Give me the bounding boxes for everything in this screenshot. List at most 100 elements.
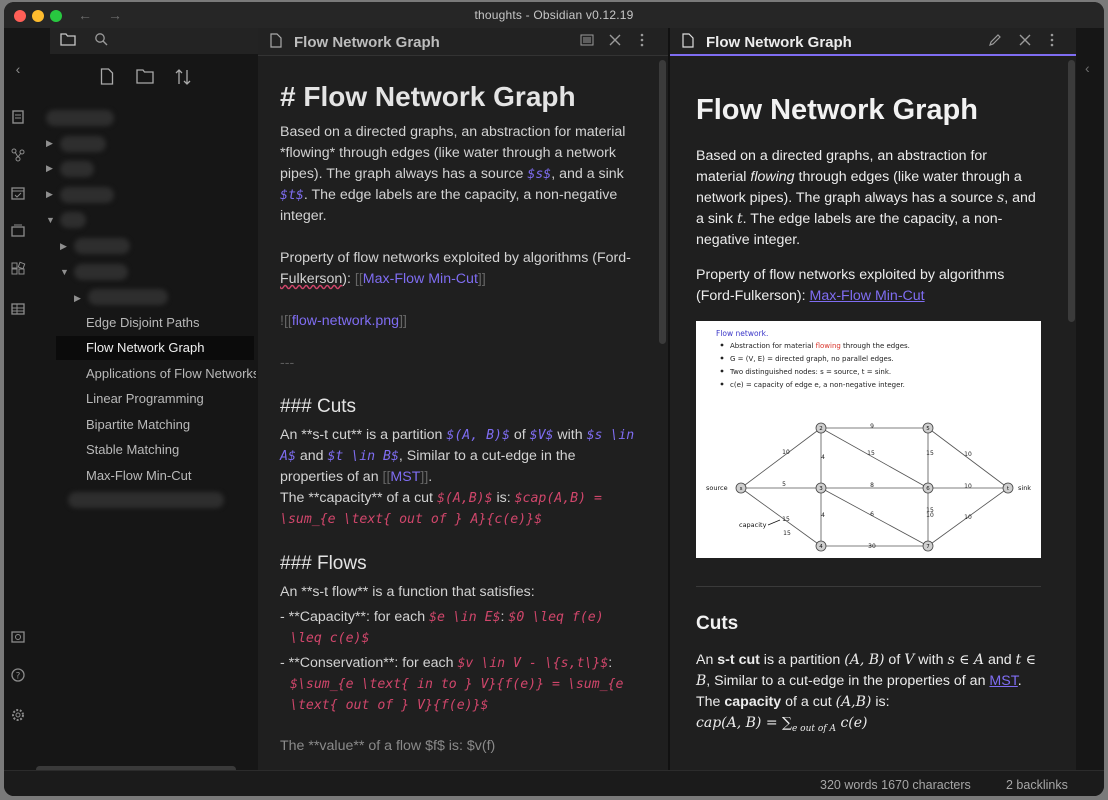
source-paragraph-2: Property of flow networks exploited by a… bbox=[280, 250, 631, 287]
svg-text:6: 6 bbox=[870, 511, 874, 518]
embed-link[interactable]: flow-network.png bbox=[292, 313, 399, 329]
file-item[interactable]: Linear Programming bbox=[56, 387, 256, 411]
backlinks-count[interactable]: 2 backlinks bbox=[1006, 778, 1068, 792]
vault-icon[interactable] bbox=[9, 628, 27, 646]
status-bar: 320 words 1670 characters 2 backlinks bbox=[4, 770, 1104, 796]
blurred-file[interactable] bbox=[68, 492, 224, 508]
svg-text:10: 10 bbox=[782, 449, 790, 456]
source-embed: ![[flow-network.png]] bbox=[280, 313, 407, 329]
editor-scrollbar[interactable] bbox=[659, 60, 666, 344]
word-count: 320 words 1670 characters bbox=[820, 778, 971, 792]
sink-label: sink bbox=[1018, 484, 1031, 492]
more-options-icon[interactable] bbox=[640, 33, 644, 50]
settings-icon[interactable] bbox=[9, 706, 27, 724]
svg-text:s: s bbox=[740, 486, 743, 492]
chevron-right-icon[interactable]: ▶ bbox=[46, 189, 53, 200]
sidebar-tab-bar bbox=[50, 28, 258, 54]
source-cutoff-line: The **value** of a flow $f$ is: $v(f) bbox=[280, 738, 496, 754]
markdown-source[interactable]: # Flow Network Graph Based on a directed… bbox=[280, 68, 642, 757]
source-paragraph-1: Based on a directed graphs, an abstracti… bbox=[280, 124, 626, 224]
sort-icon[interactable] bbox=[174, 68, 192, 91]
preview-h1: Flow Network Graph bbox=[696, 94, 978, 126]
figure-bullet: c(e) = capacity of edge e, a non-negativ… bbox=[730, 381, 905, 389]
blurred-folder[interactable] bbox=[60, 136, 106, 152]
file-item[interactable]: Edge Disjoint Paths bbox=[56, 311, 256, 335]
blurred-folder[interactable] bbox=[88, 289, 168, 305]
internal-link[interactable]: MST bbox=[989, 673, 1017, 689]
chevron-right-icon[interactable]: ▶ bbox=[74, 293, 81, 304]
svg-text:3: 3 bbox=[819, 486, 823, 492]
editor-tab-title[interactable]: Flow Network Graph bbox=[294, 34, 440, 51]
source-h3-flows: ### Flows bbox=[280, 553, 367, 574]
new-note-icon[interactable] bbox=[100, 68, 114, 90]
chevron-down-icon[interactable]: ▼ bbox=[46, 215, 55, 225]
reading-view-icon[interactable] bbox=[580, 33, 594, 50]
source-flows-intro: An **s-t flow** is a function that satis… bbox=[280, 584, 535, 600]
file-item[interactable]: Stable Matching bbox=[56, 438, 256, 462]
blurred-folder[interactable] bbox=[60, 187, 114, 203]
preview-tab-header: Flow Network Graph bbox=[670, 28, 1076, 56]
table-icon[interactable] bbox=[9, 300, 27, 318]
app-window: ← → thoughts - Obsidian v0.12.19 ‹ ? ▶ ▶… bbox=[4, 2, 1104, 796]
capacity-label: capacity bbox=[739, 521, 767, 529]
blurred-folder[interactable] bbox=[60, 161, 94, 177]
preview-paragraph-2: Property of flow networks exploited by a… bbox=[696, 267, 1005, 304]
chevron-right-icon[interactable]: ▶ bbox=[60, 241, 67, 252]
internal-link[interactable]: Max-Flow Min-Cut bbox=[810, 288, 925, 304]
file-item[interactable]: Bipartite Matching bbox=[56, 413, 256, 437]
close-icon[interactable] bbox=[1018, 33, 1032, 50]
svg-text:15: 15 bbox=[926, 507, 934, 514]
folder-icon[interactable] bbox=[60, 32, 78, 50]
preview-cuts-paragraph: An s-t cut is a partition (A, B) of V wi… bbox=[696, 652, 1037, 734]
file-explorer-icon[interactable] bbox=[9, 108, 27, 126]
svg-text:?: ? bbox=[16, 672, 21, 682]
svg-text:7: 7 bbox=[926, 544, 930, 550]
blurred-folder[interactable] bbox=[74, 264, 128, 280]
document-icon bbox=[682, 33, 694, 51]
graph-view-icon[interactable] bbox=[9, 146, 27, 164]
left-ribbon: ‹ ? bbox=[4, 28, 32, 770]
preview-h2-cuts: Cuts bbox=[696, 613, 739, 634]
help-icon[interactable]: ? bbox=[9, 666, 27, 684]
internal-link[interactable]: MST bbox=[390, 469, 420, 485]
source-cuts-paragraph: An **s-t cut** is a partition $(A, B)$ o… bbox=[280, 427, 635, 527]
svg-text:15: 15 bbox=[926, 450, 934, 457]
svg-text:15: 15 bbox=[783, 530, 791, 537]
spellcheck-word: Fulkerson bbox=[280, 271, 343, 287]
chevron-down-icon[interactable]: ▼ bbox=[60, 267, 69, 277]
search-icon[interactable] bbox=[94, 32, 112, 50]
internal-link[interactable]: Max-Flow Min-Cut bbox=[363, 271, 478, 287]
plugins-icon[interactable] bbox=[9, 260, 27, 278]
collapse-left-icon[interactable]: ‹ bbox=[9, 60, 27, 78]
source-h3-cuts: ### Cuts bbox=[280, 396, 357, 417]
source-h1: # Flow Network Graph bbox=[280, 81, 576, 112]
blurred-folder[interactable] bbox=[60, 212, 86, 228]
svg-text:9: 9 bbox=[870, 423, 874, 430]
svg-text:4: 4 bbox=[819, 544, 823, 550]
svg-text:2: 2 bbox=[819, 426, 823, 432]
daily-note-icon[interactable] bbox=[9, 184, 27, 202]
preview-paragraph-1: Based on a directed graphs, an abstracti… bbox=[696, 148, 1036, 248]
editor-pane: Flow Network Graph # Flow Network Graph … bbox=[258, 28, 668, 770]
slides-icon[interactable] bbox=[9, 222, 27, 240]
file-item-active[interactable]: Flow Network Graph bbox=[56, 336, 254, 360]
blurred-folder[interactable] bbox=[74, 238, 130, 254]
svg-text:8: 8 bbox=[870, 482, 874, 489]
new-folder-icon[interactable] bbox=[136, 68, 154, 89]
source-list-item: - **Conservation**: for each $v \in V - … bbox=[280, 655, 624, 713]
preview-tab-title[interactable]: Flow Network Graph bbox=[706, 34, 852, 51]
preview-scrollbar[interactable] bbox=[1068, 60, 1075, 322]
edge-capacity-labels: 9 10 5 15 4 15 4 8 15 6 10 15 30 10 10 1… bbox=[782, 423, 972, 550]
file-item[interactable]: Applications of Flow Networks bbox=[56, 362, 256, 386]
file-item[interactable]: Max-Flow Min-Cut bbox=[56, 464, 256, 488]
right-ribbon: ‹ bbox=[1076, 28, 1104, 770]
svg-text:10: 10 bbox=[964, 451, 972, 458]
close-icon[interactable] bbox=[608, 33, 622, 50]
chevron-right-icon[interactable]: ▶ bbox=[46, 163, 53, 174]
svg-text:4: 4 bbox=[821, 512, 825, 519]
source-hr: --- bbox=[280, 355, 295, 371]
chevron-right-icon[interactable]: ▶ bbox=[46, 138, 53, 149]
edit-pencil-icon[interactable] bbox=[988, 33, 1002, 50]
more-options-icon[interactable] bbox=[1050, 33, 1054, 50]
collapse-right-icon[interactable]: ‹ bbox=[1085, 60, 1090, 76]
